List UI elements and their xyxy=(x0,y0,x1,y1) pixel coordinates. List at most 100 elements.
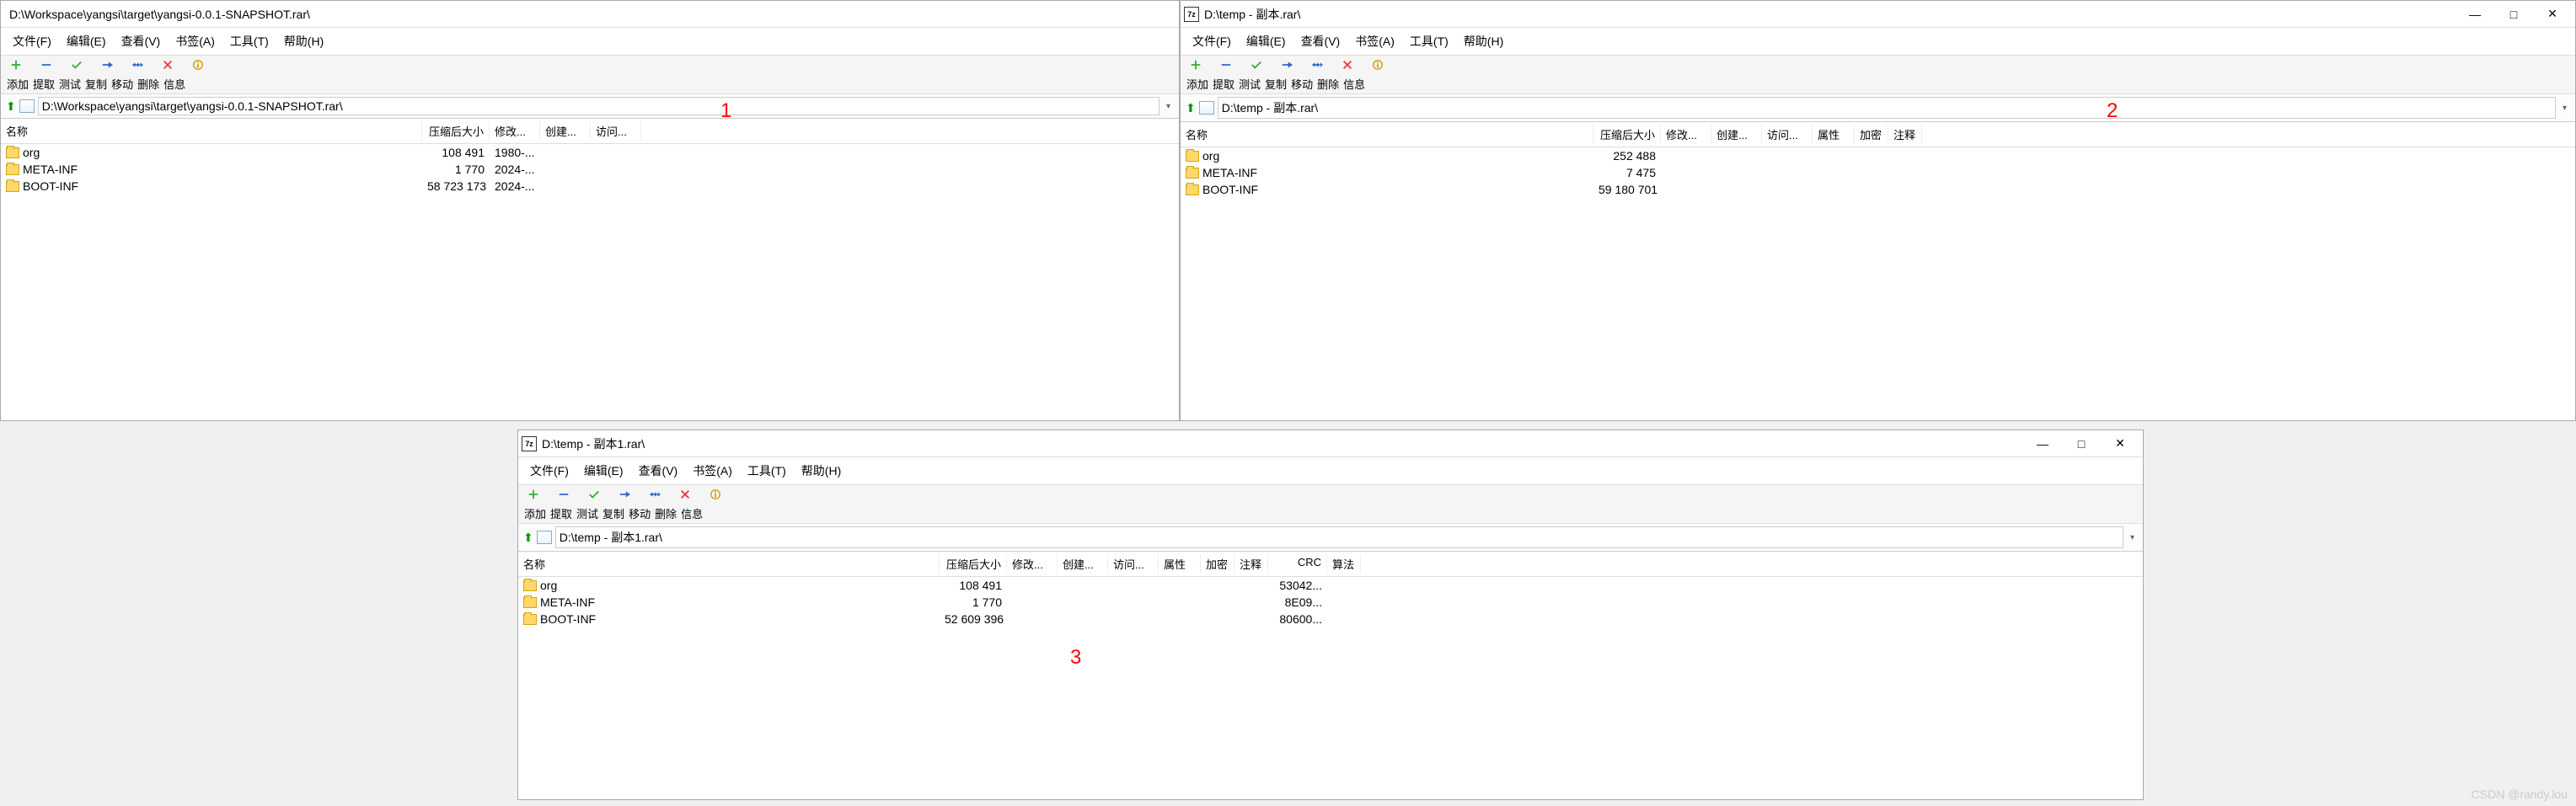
cell-name[interactable]: org xyxy=(1,145,422,160)
col-header-packed[interactable]: 压缩后大小 xyxy=(422,121,490,141)
move-button[interactable]: 移动 xyxy=(628,505,651,521)
info-button[interactable]: 信息 xyxy=(680,505,704,521)
list-body[interactable]: org108 49153042...META-INF1 7708E09...BO… xyxy=(518,577,2143,799)
cell-name[interactable]: META-INF xyxy=(518,595,940,610)
up-icon[interactable]: ⬆ xyxy=(6,99,16,114)
minimize-button[interactable]: — xyxy=(2023,431,2062,456)
col-header-note[interactable]: 注释 xyxy=(1888,125,1922,144)
col-header-encrypt[interactable]: 加密 xyxy=(1855,125,1888,144)
list-body[interactable]: org108 4911980-...META-INF1 7702024-...B… xyxy=(1,144,1179,420)
menu-help[interactable]: 帮助(H) xyxy=(1459,31,1508,51)
menu-view[interactable]: 查看(V) xyxy=(1296,31,1346,51)
copy-button[interactable]: 复制 xyxy=(1264,76,1288,92)
delete-button[interactable]: 删除 xyxy=(137,76,160,92)
delete-icon[interactable] xyxy=(161,59,174,73)
table-row[interactable]: BOOT-INF52 609 39680600... xyxy=(518,611,2143,627)
col-header-packed[interactable]: 压缩后大小 xyxy=(940,554,1007,574)
add-button[interactable]: 添加 xyxy=(523,505,547,521)
minimize-button[interactable]: — xyxy=(2456,2,2494,27)
cell-name[interactable]: META-INF xyxy=(1181,165,1593,180)
info-icon[interactable] xyxy=(191,59,205,73)
path-input[interactable]: D:\temp - 副本.rar\ xyxy=(1218,97,2556,119)
test-icon[interactable] xyxy=(70,59,83,73)
move-button[interactable]: 移动 xyxy=(1290,76,1314,92)
titlebar[interactable]: 7z D:\temp - 副本.rar\ — □ ✕ xyxy=(1181,1,2575,28)
table-row[interactable]: org108 4911980-... xyxy=(1,144,1179,161)
menu-tool[interactable]: 工具(T) xyxy=(1405,31,1454,51)
menu-tool[interactable]: 工具(T) xyxy=(742,461,791,481)
col-header-accessed[interactable]: 访问... xyxy=(591,121,641,141)
info-button[interactable]: 信息 xyxy=(1342,76,1366,92)
col-header-accessed[interactable]: 访问... xyxy=(1762,125,1813,144)
col-header-modified[interactable]: 修改... xyxy=(1661,125,1711,144)
up-icon[interactable]: ⬆ xyxy=(1186,101,1196,115)
path-dropdown-icon[interactable]: ▾ xyxy=(2559,104,2570,113)
copy-button[interactable]: 复制 xyxy=(84,76,108,92)
cell-name[interactable]: BOOT-INF xyxy=(518,611,940,627)
test-button[interactable]: 测试 xyxy=(1238,76,1261,92)
move-icon[interactable] xyxy=(648,488,661,503)
path-input[interactable]: D:\Workspace\yangsi\target\yangsi-0.0.1-… xyxy=(38,97,1159,115)
move-icon[interactable] xyxy=(1310,59,1324,73)
menu-tool[interactable]: 工具(T) xyxy=(225,31,274,51)
copy-icon[interactable] xyxy=(618,488,631,503)
table-row[interactable]: BOOT-INF58 723 1732024-... xyxy=(1,178,1179,195)
copy-button[interactable]: 复制 xyxy=(602,505,625,521)
path-dropdown-icon[interactable]: ▾ xyxy=(2127,533,2138,542)
move-icon[interactable] xyxy=(131,59,144,73)
menu-help[interactable]: 帮助(H) xyxy=(796,461,846,481)
maximize-button[interactable]: □ xyxy=(2494,2,2533,27)
extract-icon[interactable] xyxy=(1219,59,1233,73)
test-icon[interactable] xyxy=(1250,59,1263,73)
cell-name[interactable]: org xyxy=(1181,148,1593,163)
add-icon[interactable] xyxy=(9,59,23,73)
add-button[interactable]: 添加 xyxy=(6,76,29,92)
col-header-created[interactable]: 创建... xyxy=(1711,125,1762,144)
extract-button[interactable]: 提取 xyxy=(1212,76,1235,92)
menu-view[interactable]: 查看(V) xyxy=(116,31,166,51)
menu-file[interactable]: 文件(F) xyxy=(525,461,574,481)
table-row[interactable]: org108 49153042... xyxy=(518,577,2143,594)
col-header-modified[interactable]: 修改... xyxy=(490,121,540,141)
table-row[interactable]: BOOT-INF59 180 701 xyxy=(1181,181,2575,198)
copy-icon[interactable] xyxy=(100,59,114,73)
table-row[interactable]: META-INF7 475 xyxy=(1181,164,2575,181)
menu-help[interactable]: 帮助(H) xyxy=(279,31,329,51)
extract-icon[interactable] xyxy=(557,488,570,503)
move-button[interactable]: 移动 xyxy=(110,76,134,92)
menu-edit[interactable]: 编辑(E) xyxy=(1241,31,1291,51)
close-button[interactable]: ✕ xyxy=(2533,2,2572,27)
col-header-encrypt[interactable]: 加密 xyxy=(1201,554,1234,574)
list-body[interactable]: org252 488META-INF7 475BOOT-INF59 180 70… xyxy=(1181,147,2575,420)
menu-bookmark[interactable]: 书签(A) xyxy=(688,461,737,481)
table-row[interactable]: META-INF1 7708E09... xyxy=(518,594,2143,611)
extract-button[interactable]: 提取 xyxy=(549,505,573,521)
col-header-alg[interactable]: 算法 xyxy=(1327,554,1361,574)
cell-name[interactable]: BOOT-INF xyxy=(1181,182,1593,197)
menu-edit[interactable]: 编辑(E) xyxy=(62,31,111,51)
delete-button[interactable]: 删除 xyxy=(1316,76,1340,92)
menu-bookmark[interactable]: 书签(A) xyxy=(170,31,220,51)
col-header-packed[interactable]: 压缩后大小 xyxy=(1593,125,1661,144)
copy-icon[interactable] xyxy=(1280,59,1293,73)
test-button[interactable]: 测试 xyxy=(576,505,599,521)
add-icon[interactable] xyxy=(527,488,540,503)
col-header-name[interactable]: 名称 xyxy=(1,121,422,141)
test-button[interactable]: 测试 xyxy=(58,76,82,92)
table-row[interactable]: org252 488 xyxy=(1181,147,2575,164)
menu-bookmark[interactable]: 书签(A) xyxy=(1350,31,1400,51)
extract-button[interactable]: 提取 xyxy=(32,76,56,92)
delete-icon[interactable] xyxy=(678,488,692,503)
cell-name[interactable]: BOOT-INF xyxy=(1,179,422,194)
add-button[interactable]: 添加 xyxy=(1186,76,1209,92)
maximize-button[interactable]: □ xyxy=(2062,431,2101,456)
up-icon[interactable]: ⬆ xyxy=(523,531,533,545)
test-icon[interactable] xyxy=(587,488,601,503)
menu-edit[interactable]: 编辑(E) xyxy=(579,461,629,481)
col-header-accessed[interactable]: 访问... xyxy=(1108,554,1159,574)
col-header-name[interactable]: 名称 xyxy=(518,554,940,574)
path-input[interactable]: D:\temp - 副本1.rar\ xyxy=(555,526,2123,548)
delete-button[interactable]: 删除 xyxy=(654,505,677,521)
add-icon[interactable] xyxy=(1189,59,1202,73)
info-button[interactable]: 信息 xyxy=(163,76,186,92)
